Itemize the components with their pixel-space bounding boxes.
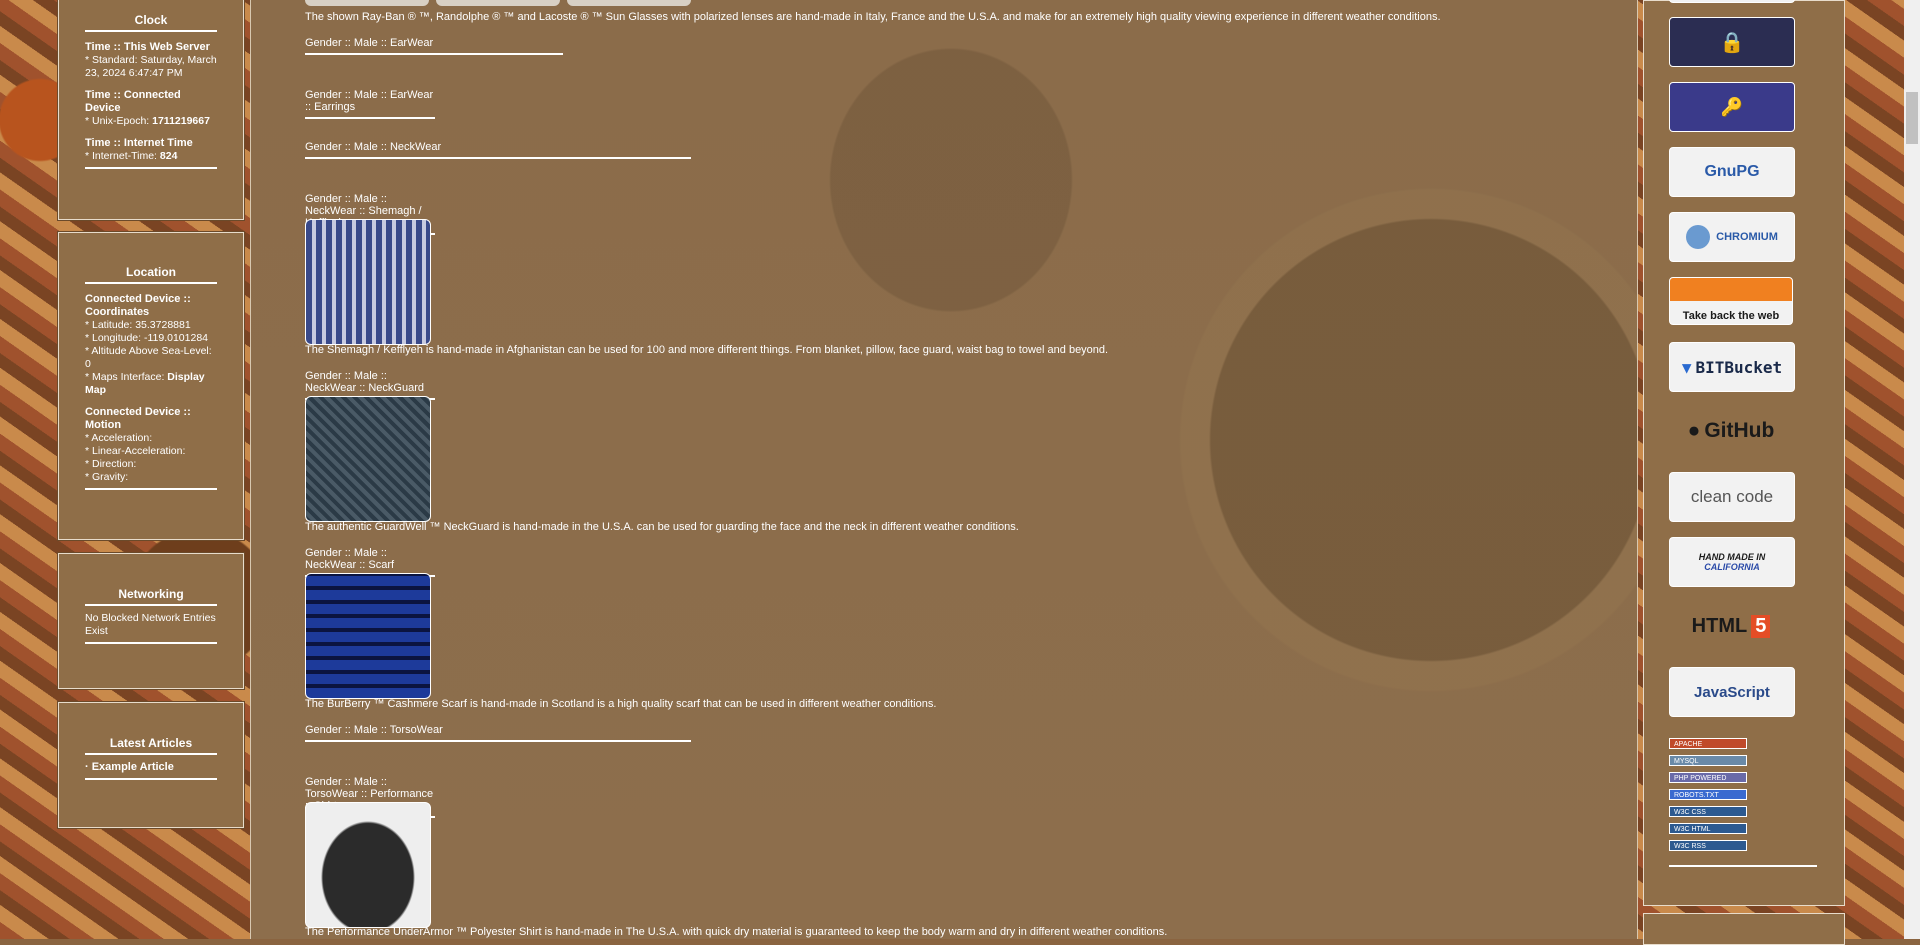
chromium-icon [1686,225,1711,249]
divider [85,167,217,169]
acceleration: * Acceleration: [85,432,153,444]
bitbucket-badge[interactable]: ▼ BITBucket [1669,342,1795,392]
location-title: Location [85,265,217,284]
shemagh-image[interactable] [305,219,431,345]
section-torsowear: Gender :: Male :: TorsoWear [305,724,691,742]
server-time-value: * Standard: Saturday, March 23, 2024 6:4… [85,54,217,79]
shirt-image[interactable] [305,802,431,928]
location-panel: Location Connected Device :: Coordinates… [58,232,244,540]
internet-time: * Internet-Time: 824 [85,150,178,162]
section-neckwear: Gender :: Male :: NeckWear [305,141,691,159]
product-thumb[interactable] [567,0,691,6]
encryption-key-badge[interactable]: 🔑 [1669,82,1795,132]
networking-title: Networking [85,587,217,606]
chromium-badge[interactable]: CHROMIUM [1669,212,1795,262]
divider [85,642,217,644]
next-panel [1643,913,1845,945]
direction: * Direction: [85,458,137,470]
networking-text: No Blocked Network Entries Exist [85,612,216,637]
clock-body: Time :: This Web Server * Standard: Satu… [85,41,217,163]
maps-interface: * Maps Interface: Display Map [85,371,205,396]
unix-epoch: * Unix-Epoch: 1711219667 [85,115,210,127]
networking-panel: Networking No Blocked Network Entries Ex… [58,553,244,689]
divider [85,778,217,780]
section-earrings: Gender :: Male :: EarWear :: Earrings [305,89,435,119]
github-badge[interactable]: ● GitHub [1669,407,1793,455]
gravity: * Gravity: [85,471,129,483]
motion-heading: Connected Device :: Motion [85,406,191,431]
scrollbar-thumb[interactable] [1906,92,1918,144]
shirt-description: The Performance UnderArmor ™ Polyester S… [305,926,1168,938]
lock-icon: 🔒 [1719,31,1745,54]
articles-panel: Latest Articles · Example Article [58,702,244,828]
scrollbar[interactable] [1904,0,1920,939]
right-sidebar: 🔒 🔑 GnuPG CHROMIUM Take back the web ▼ BI… [1643,0,1845,945]
scarf-description: The BurBerry ™ Cashmere Scarf is hand-ma… [305,698,937,710]
scarf-image[interactable] [305,573,431,699]
device-time-heading: Time :: Connected Device [85,89,181,114]
badges-panel: 🔒 🔑 GnuPG CHROMIUM Take back the web ▼ BI… [1643,0,1845,906]
hand-made-in-california-badge[interactable]: HAND MADE IN CALIFORNIA [1669,537,1795,587]
badge-top[interactable] [1669,0,1795,3]
html5-badge[interactable]: HTML 5 [1669,602,1793,650]
clock-panel: Clock Time :: This Web Server * Standard… [58,0,244,220]
key-icon: 🔑 [1720,96,1744,117]
apache-badge[interactable]: APACHE [1669,738,1747,749]
articles-title: Latest Articles [85,736,217,755]
shemagh-description: The Shemagh / Kefflyeh is hand-made in A… [305,344,1109,356]
location-body: Connected Device :: Coordinates * Latitu… [85,293,217,484]
bitbucket-icon: ▼ [1681,357,1692,377]
longitude: * Longitude: -119.0101284 [85,332,208,344]
html5-shield-icon: 5 [1751,614,1771,638]
divider [1669,865,1817,867]
neckguard-description: The authentic GuardWell ™ NeckGuard is h… [305,521,1019,533]
no-javascript-badge[interactable]: JavaScript [1669,667,1795,717]
section-earwear: Gender :: Male :: EarWear [305,37,563,55]
latitude: * Latitude: 35.3728881 [85,319,191,331]
gnupg-badge[interactable]: GnuPG [1669,147,1795,197]
server-time-heading: Time :: This Web Server [85,41,210,53]
w3c-css-badge[interactable]: W3C CSS [1669,806,1747,817]
w3c-html-badge[interactable]: W3C HTML [1669,823,1747,834]
product-thumb[interactable] [305,0,429,6]
product-thumb[interactable] [436,0,560,6]
altitude: * Altitude Above Sea-Level: 0 [85,345,212,370]
take-back-the-web-badge[interactable]: Take back the web [1669,277,1793,325]
w3c-rss-badge[interactable]: W3C RSS [1669,840,1747,851]
internet-time-heading: Time :: Internet Time [85,137,193,149]
example-article-link[interactable]: · Example Article [85,761,217,774]
main-content: The shown Ray-Ban ® ™, Randolphe ® ™ and… [250,0,1638,939]
divider [85,488,217,490]
clock-title: Clock [85,13,217,32]
github-icon: ● [1687,419,1701,442]
php-badge[interactable]: PHP POWERED [1669,772,1747,783]
coords-heading: Connected Device :: Coordinates [85,293,191,318]
robots-txt-badge[interactable]: ROBOTS.TXT [1669,789,1747,800]
clean-code-badge[interactable]: clean code [1669,472,1795,522]
linear-acceleration: * Linear-Acceleration: [85,445,186,457]
security-lock-badge[interactable]: 🔒 [1669,17,1795,67]
mysql-badge[interactable]: MYSQL [1669,755,1747,766]
sunglasses-description: The shown Ray-Ban ® ™, Randolphe ® ™ and… [305,11,1441,23]
neckguard-image[interactable] [305,396,431,522]
